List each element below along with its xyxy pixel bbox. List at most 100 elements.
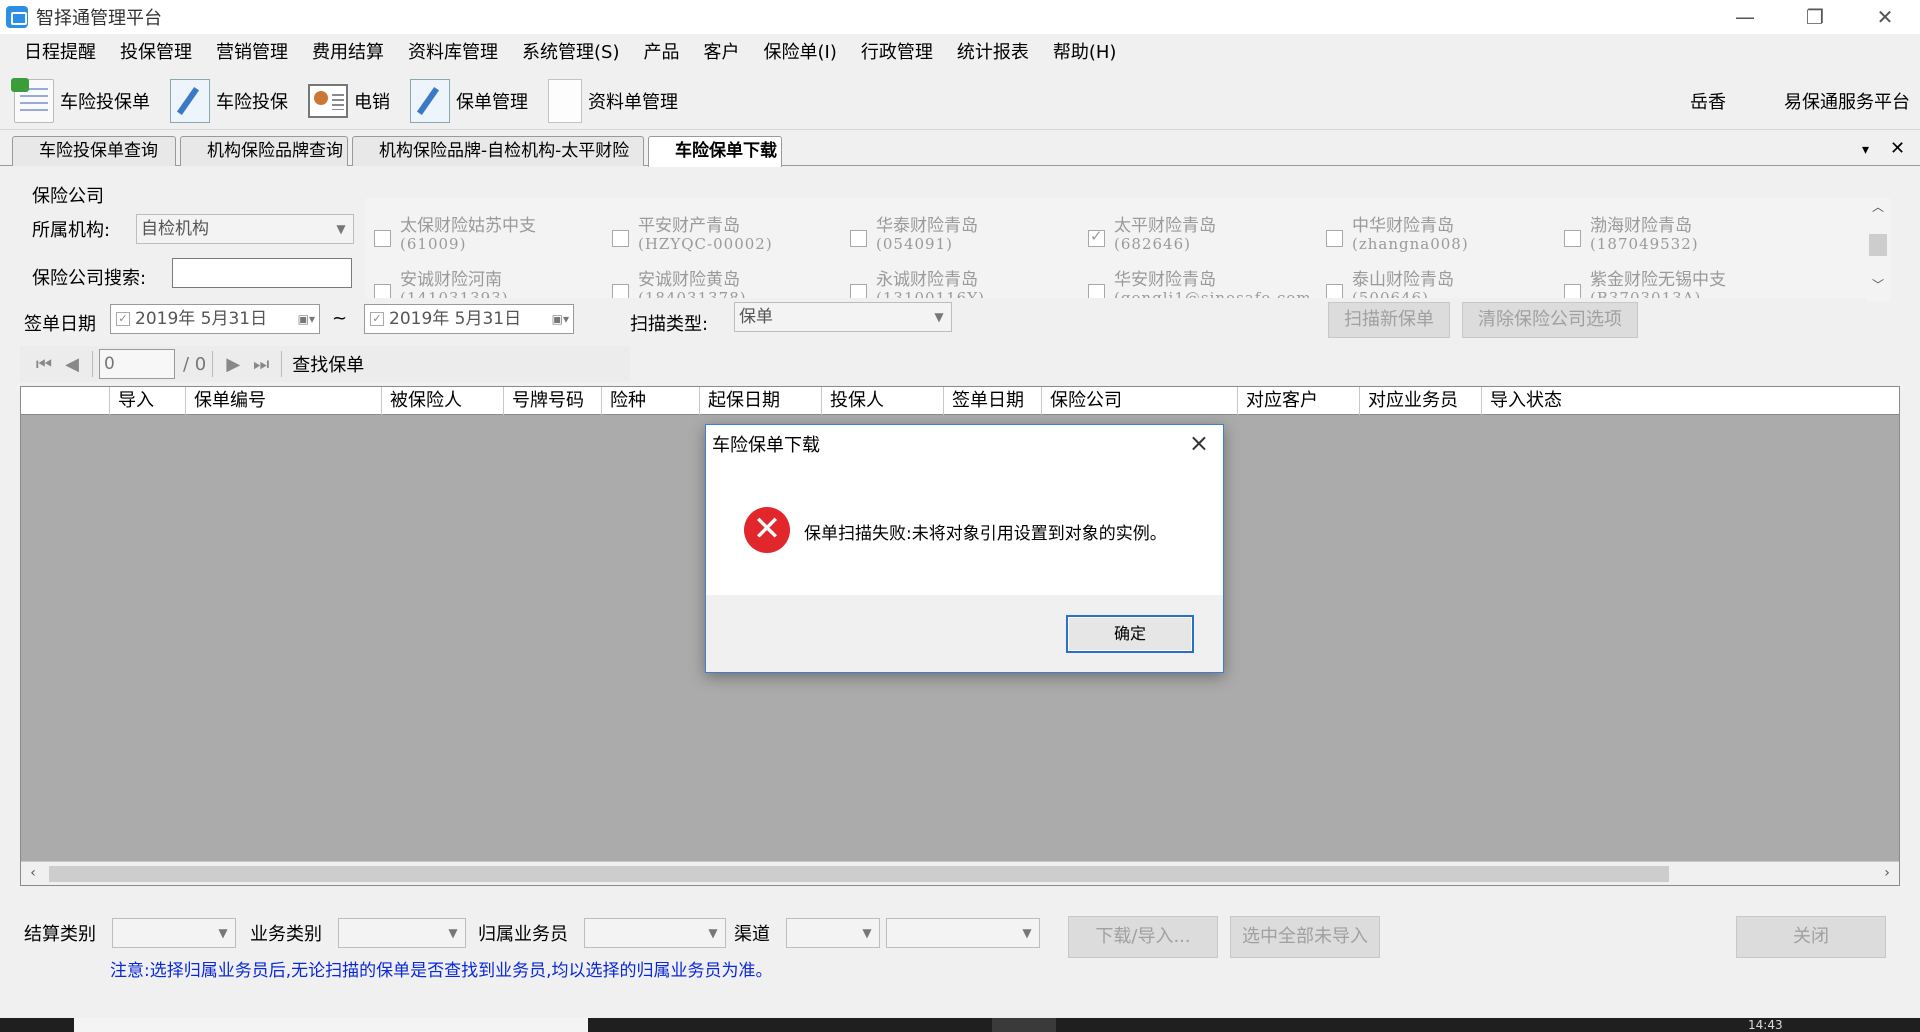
- col-customer[interactable]: 对应客户: [1237, 387, 1359, 415]
- col-insurance-type[interactable]: 险种: [601, 387, 699, 415]
- chevron-right-icon[interactable]: ›: [1875, 862, 1899, 884]
- taskbar-app-item[interactable]: [74, 1018, 588, 1032]
- menu-product[interactable]: 产品: [631, 36, 691, 70]
- company-item[interactable]: 紫金财险无锡中支 (B3703013A): [1560, 270, 1798, 298]
- settle-type-select[interactable]: ▼: [112, 918, 236, 948]
- date-from-picker[interactable]: ✓ 2019年 5月31日 ▣▾: [110, 304, 320, 334]
- chevron-up-icon[interactable]: ︿: [1866, 198, 1890, 220]
- tab-car-policy-download[interactable]: 车险保单下载: [648, 136, 782, 167]
- scan-new-policy-button[interactable]: 扫描新保单: [1328, 302, 1450, 338]
- menu-insure[interactable]: 投保管理: [108, 36, 204, 70]
- ok-button[interactable]: 确定: [1066, 615, 1194, 653]
- toolbar-car-insurance-button[interactable]: 车险投保: [164, 76, 294, 126]
- menu-reports[interactable]: 统计报表: [945, 36, 1041, 70]
- toolbar-telesales-button[interactable]: 电销: [302, 76, 396, 126]
- col-sign-date[interactable]: 签单日期: [943, 387, 1041, 415]
- company-item[interactable]: 中华财险青岛 (zhangna008): [1322, 216, 1560, 262]
- channel-select[interactable]: ▼: [786, 918, 880, 948]
- menu-policy[interactable]: 保险单(I): [751, 36, 848, 70]
- chevron-down-icon[interactable]: ﹀: [1866, 276, 1890, 298]
- salesman-select[interactable]: ▼: [584, 918, 726, 948]
- grid-horizontal-scrollbar[interactable]: ‹ ›: [21, 861, 1899, 885]
- minimize-icon[interactable]: —: [1710, 0, 1780, 34]
- company-item[interactable]: 渤海财险青岛 (187049532): [1560, 216, 1798, 262]
- dialog-close-icon[interactable]: ×: [1189, 429, 1209, 457]
- business-type-select[interactable]: ▼: [338, 918, 466, 948]
- org-select[interactable]: 自检机构 ▼: [136, 214, 354, 244]
- date-to-picker[interactable]: ✓ 2019年 5月31日 ▣▾: [364, 304, 574, 334]
- close-icon[interactable]: ✕: [1850, 0, 1920, 34]
- menu-admin[interactable]: 行政管理: [849, 36, 945, 70]
- last-record-icon[interactable]: ⏭: [247, 354, 275, 375]
- col-import-status[interactable]: 导入状态: [1481, 387, 1899, 415]
- col-salesman[interactable]: 对应业务员: [1359, 387, 1481, 415]
- col-applicant[interactable]: 投保人: [821, 387, 943, 415]
- platform-link[interactable]: 易保通服务平台: [1784, 72, 1910, 130]
- menu-help[interactable]: 帮助(H): [1041, 36, 1129, 70]
- toolbar-document-manage-button[interactable]: 资料单管理: [542, 76, 684, 126]
- company-item[interactable]: 太保财险姑苏中支 (61009): [370, 216, 608, 262]
- company-checkbox[interactable]: [850, 284, 867, 298]
- col-insured[interactable]: 被保险人: [381, 387, 503, 415]
- company-item[interactable]: 安诚财险黄岛 (184031378): [608, 270, 846, 298]
- tab-car-policy-query[interactable]: 车险投保单查询: [12, 136, 176, 166]
- download-import-button[interactable]: 下载/导入...: [1068, 916, 1218, 958]
- company-item[interactable]: 华安财险青岛 (gongli1@sinosafe.com: [1084, 270, 1322, 298]
- calendar-dropdown-icon[interactable]: ▣▾: [298, 305, 315, 333]
- company-checkbox[interactable]: [850, 230, 867, 247]
- menu-system[interactable]: 系统管理(S): [510, 36, 631, 70]
- company-item[interactable]: 华泰财险青岛 (054091): [846, 216, 1084, 262]
- company-search-input[interactable]: [172, 258, 352, 288]
- company-checkbox[interactable]: [1326, 284, 1343, 298]
- company-list-scrollbar[interactable]: ︿ ﹀: [1866, 198, 1890, 302]
- company-checkbox[interactable]: [1564, 284, 1581, 298]
- menu-marketing[interactable]: 营销管理: [204, 36, 300, 70]
- tab-org-brand-taiping[interactable]: 机构保险品牌-自检机构-太平财险: [352, 136, 644, 166]
- calendar-dropdown-icon[interactable]: ▣▾: [552, 305, 569, 333]
- col-company[interactable]: 保险公司: [1041, 387, 1237, 415]
- company-checkbox[interactable]: [374, 230, 391, 247]
- scrollbar-thumb[interactable]: [49, 866, 1669, 882]
- company-item[interactable]: 平安财产青岛 (HZYQC-00002): [608, 216, 846, 262]
- menu-customer[interactable]: 客户: [691, 36, 751, 70]
- date-from-checkbox[interactable]: ✓: [116, 312, 130, 326]
- tab-close-icon[interactable]: ✕: [1890, 138, 1905, 159]
- col-start-date[interactable]: 起保日期: [699, 387, 821, 415]
- previous-record-icon[interactable]: ◀: [58, 354, 86, 375]
- col-import[interactable]: 导入: [109, 387, 185, 415]
- chevron-left-icon[interactable]: ‹: [21, 862, 45, 884]
- first-record-icon[interactable]: ⏮: [30, 354, 58, 375]
- company-item[interactable]: 泰山财险青岛 (500646): [1322, 270, 1560, 298]
- menu-library[interactable]: 资料库管理: [396, 36, 510, 70]
- close-button[interactable]: 关闭: [1736, 916, 1886, 958]
- taskbar-app-item[interactable]: [992, 1018, 1056, 1032]
- company-checkbox[interactable]: [612, 284, 629, 298]
- col-plate[interactable]: 号牌号码: [503, 387, 601, 415]
- restore-icon[interactable]: ❐: [1780, 0, 1850, 34]
- company-checkbox[interactable]: [612, 230, 629, 247]
- tab-org-brand-query[interactable]: 机构保险品牌查询: [180, 136, 348, 166]
- company-item[interactable]: 太平财险青岛 (682646): [1084, 216, 1322, 262]
- scan-type-select[interactable]: 保单 ▼: [734, 302, 952, 332]
- date-to-checkbox[interactable]: ✓: [370, 312, 384, 326]
- company-checkbox[interactable]: [374, 284, 391, 298]
- toolbar-car-insurance-form-button[interactable]: 车险投保单: [8, 76, 156, 126]
- company-checkbox-checked[interactable]: [1088, 228, 1105, 247]
- clear-company-selection-button[interactable]: 清除保险公司选项: [1462, 302, 1638, 338]
- company-checkbox[interactable]: [1564, 230, 1581, 247]
- channel-sub-select[interactable]: ▼: [886, 918, 1040, 948]
- col-policy-no[interactable]: 保单编号: [185, 387, 381, 415]
- company-item[interactable]: 安诚财险河南 (141031393): [370, 270, 608, 298]
- company-checkbox[interactable]: [1326, 230, 1343, 247]
- menu-fee[interactable]: 费用结算: [300, 36, 396, 70]
- menu-schedule[interactable]: 日程提醒: [12, 36, 108, 70]
- select-all-unimported-button[interactable]: 选中全部未导入: [1230, 916, 1380, 958]
- tab-dropdown-icon[interactable]: ▾: [1862, 142, 1869, 158]
- company-checkbox[interactable]: [1088, 284, 1105, 298]
- record-position-input[interactable]: 0: [99, 349, 175, 379]
- company-item[interactable]: 永诚财险青岛 (13100116Y): [846, 270, 1084, 298]
- scrollbar-thumb[interactable]: [1869, 234, 1887, 256]
- toolbar-policy-manage-button[interactable]: 保单管理: [404, 76, 534, 126]
- next-record-icon[interactable]: ▶: [219, 354, 247, 375]
- find-policy-button[interactable]: 查找保单: [292, 351, 364, 377]
